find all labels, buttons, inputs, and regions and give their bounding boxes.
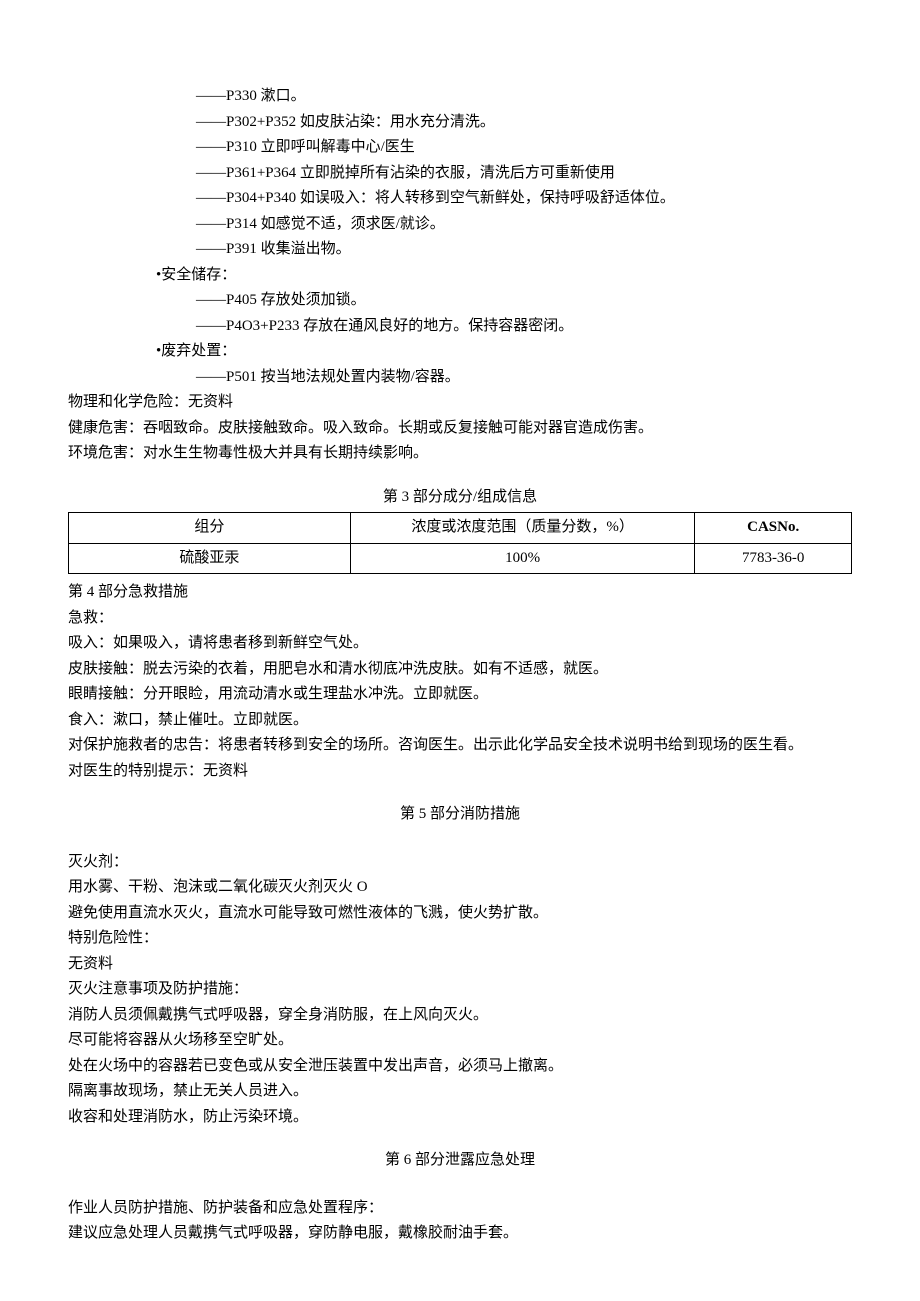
hazard-summary: 物理和化学危险：无资料 健康危害：吞咽致命。皮肤接触致命。吸入致命。长期或反复接… bbox=[68, 390, 852, 467]
hazard-line: 物理和化学危险：无资料 bbox=[68, 390, 852, 416]
col-component: 组分 bbox=[69, 513, 351, 544]
hazard-line: 环境危害：对水生生物毒性极大并具有长期持续影响。 bbox=[68, 441, 852, 467]
section-5-title: 第 5 部分消防措施 bbox=[68, 802, 852, 828]
body-line: 尽可能将容器从火场移至空旷处。 bbox=[68, 1028, 852, 1054]
p-line: ——P314 如感觉不适，须求医/就诊。 bbox=[68, 212, 852, 238]
p-line: ——P405 存放处须加锁。 bbox=[68, 288, 852, 314]
table-header-row: 组分 浓度或浓度范围（质量分数，%） CASNo. bbox=[69, 513, 852, 544]
p-line: ——P361+P364 立即脱掉所有沾染的衣服，清洗后方可重新使用 bbox=[68, 161, 852, 187]
response-precautions: ——P330 漱口。 ——P302+P352 如皮肤沾染：用水充分清洗。 ——P… bbox=[68, 84, 852, 263]
section-3-title: 第 3 部分成分/组成信息 bbox=[68, 485, 852, 511]
body-line: 食入：漱口，禁止催吐。立即就医。 bbox=[68, 708, 852, 734]
body-line: 作业人员防护措施、防护装备和应急处置程序： bbox=[68, 1196, 852, 1222]
disposal-label: •废弃处置： bbox=[68, 339, 852, 365]
p-line: ——P304+P340 如误吸入：将人转移到空气新鲜处，保持呼吸舒适体位。 bbox=[68, 186, 852, 212]
section-6-body: 作业人员防护措施、防护装备和应急处置程序： 建议应急处理人员戴携气式呼吸器，穿防… bbox=[68, 1196, 852, 1247]
hazard-line: 健康危害：吞咽致命。皮肤接触致命。吸入致命。长期或反复接触可能对器官造成伤害。 bbox=[68, 416, 852, 442]
body-line: 收容和处理消防水，防止污染环境。 bbox=[68, 1105, 852, 1131]
body-line: 建议应急处理人员戴携气式呼吸器，穿防静电服，戴橡胶耐油手套。 bbox=[68, 1221, 852, 1247]
cell-component: 硫酸亚汞 bbox=[69, 543, 351, 574]
body-line: 隔离事故现场，禁止无关人员进入。 bbox=[68, 1079, 852, 1105]
p-line: ——P4O3+P233 存放在通风良好的地方。保持容器密闭。 bbox=[68, 314, 852, 340]
body-line: 无资料 bbox=[68, 952, 852, 978]
composition-table: 组分 浓度或浓度范围（质量分数，%） CASNo. 硫酸亚汞 100% 7783… bbox=[68, 512, 852, 574]
p-line: ——P330 漱口。 bbox=[68, 84, 852, 110]
body-line: 处在火场中的容器若已变色或从安全泄压装置中发出声音，必须马上撤离。 bbox=[68, 1054, 852, 1080]
section-4-title: 第 4 部分急救措施 bbox=[68, 580, 852, 606]
body-line: 避免使用直流水灭火，直流水可能导致可燃性液体的飞溅，使火势扩散。 bbox=[68, 901, 852, 927]
body-line: 急救： bbox=[68, 606, 852, 632]
storage-label: •安全储存： bbox=[68, 263, 852, 289]
p-line: ——P391 收集溢出物。 bbox=[68, 237, 852, 263]
section-4-body: 急救： 吸入：如果吸入，请将患者移到新鲜空气处。 皮肤接触：脱去污染的衣着，用肥… bbox=[68, 606, 852, 785]
cell-cas: 7783-36-0 bbox=[695, 543, 852, 574]
body-line: 特别危险性： bbox=[68, 926, 852, 952]
body-line: 消防人员须佩戴携气式呼吸器，穿全身消防服，在上风向灭火。 bbox=[68, 1003, 852, 1029]
table-row: 硫酸亚汞 100% 7783-36-0 bbox=[69, 543, 852, 574]
body-line: 灭火剂： bbox=[68, 850, 852, 876]
cell-concentration: 100% bbox=[350, 543, 695, 574]
p-line: ——P501 按当地法规处置内装物/容器。 bbox=[68, 365, 852, 391]
body-line: 皮肤接触：脱去污染的衣着，用肥皂水和清水彻底冲洗皮肤。如有不适感，就医。 bbox=[68, 657, 852, 683]
section-6-title: 第 6 部分泄露应急处理 bbox=[68, 1148, 852, 1174]
p-line: ——P302+P352 如皮肤沾染：用水充分清洗。 bbox=[68, 110, 852, 136]
body-line: 对医生的特别提示：无资料 bbox=[68, 759, 852, 785]
col-concentration: 浓度或浓度范围（质量分数，%） bbox=[350, 513, 695, 544]
body-line: 用水雾、干粉、泡沫或二氧化碳灭火剂灭火 O bbox=[68, 875, 852, 901]
body-line: 灭火注意事项及防护措施： bbox=[68, 977, 852, 1003]
body-line: 眼睛接触：分开眼睑，用流动清水或生理盐水冲洗。立即就医。 bbox=[68, 682, 852, 708]
body-line: 对保护施救者的忠告：将患者转移到安全的场所。咨询医生。出示此化学品安全技术说明书… bbox=[68, 733, 852, 759]
body-line: 吸入：如果吸入，请将患者移到新鲜空气处。 bbox=[68, 631, 852, 657]
col-cas: CASNo. bbox=[695, 513, 852, 544]
p-line: ——P310 立即呼叫解毒中心/医生 bbox=[68, 135, 852, 161]
section-5-body: 灭火剂： 用水雾、干粉、泡沫或二氧化碳灭火剂灭火 O 避免使用直流水灭火，直流水… bbox=[68, 850, 852, 1131]
